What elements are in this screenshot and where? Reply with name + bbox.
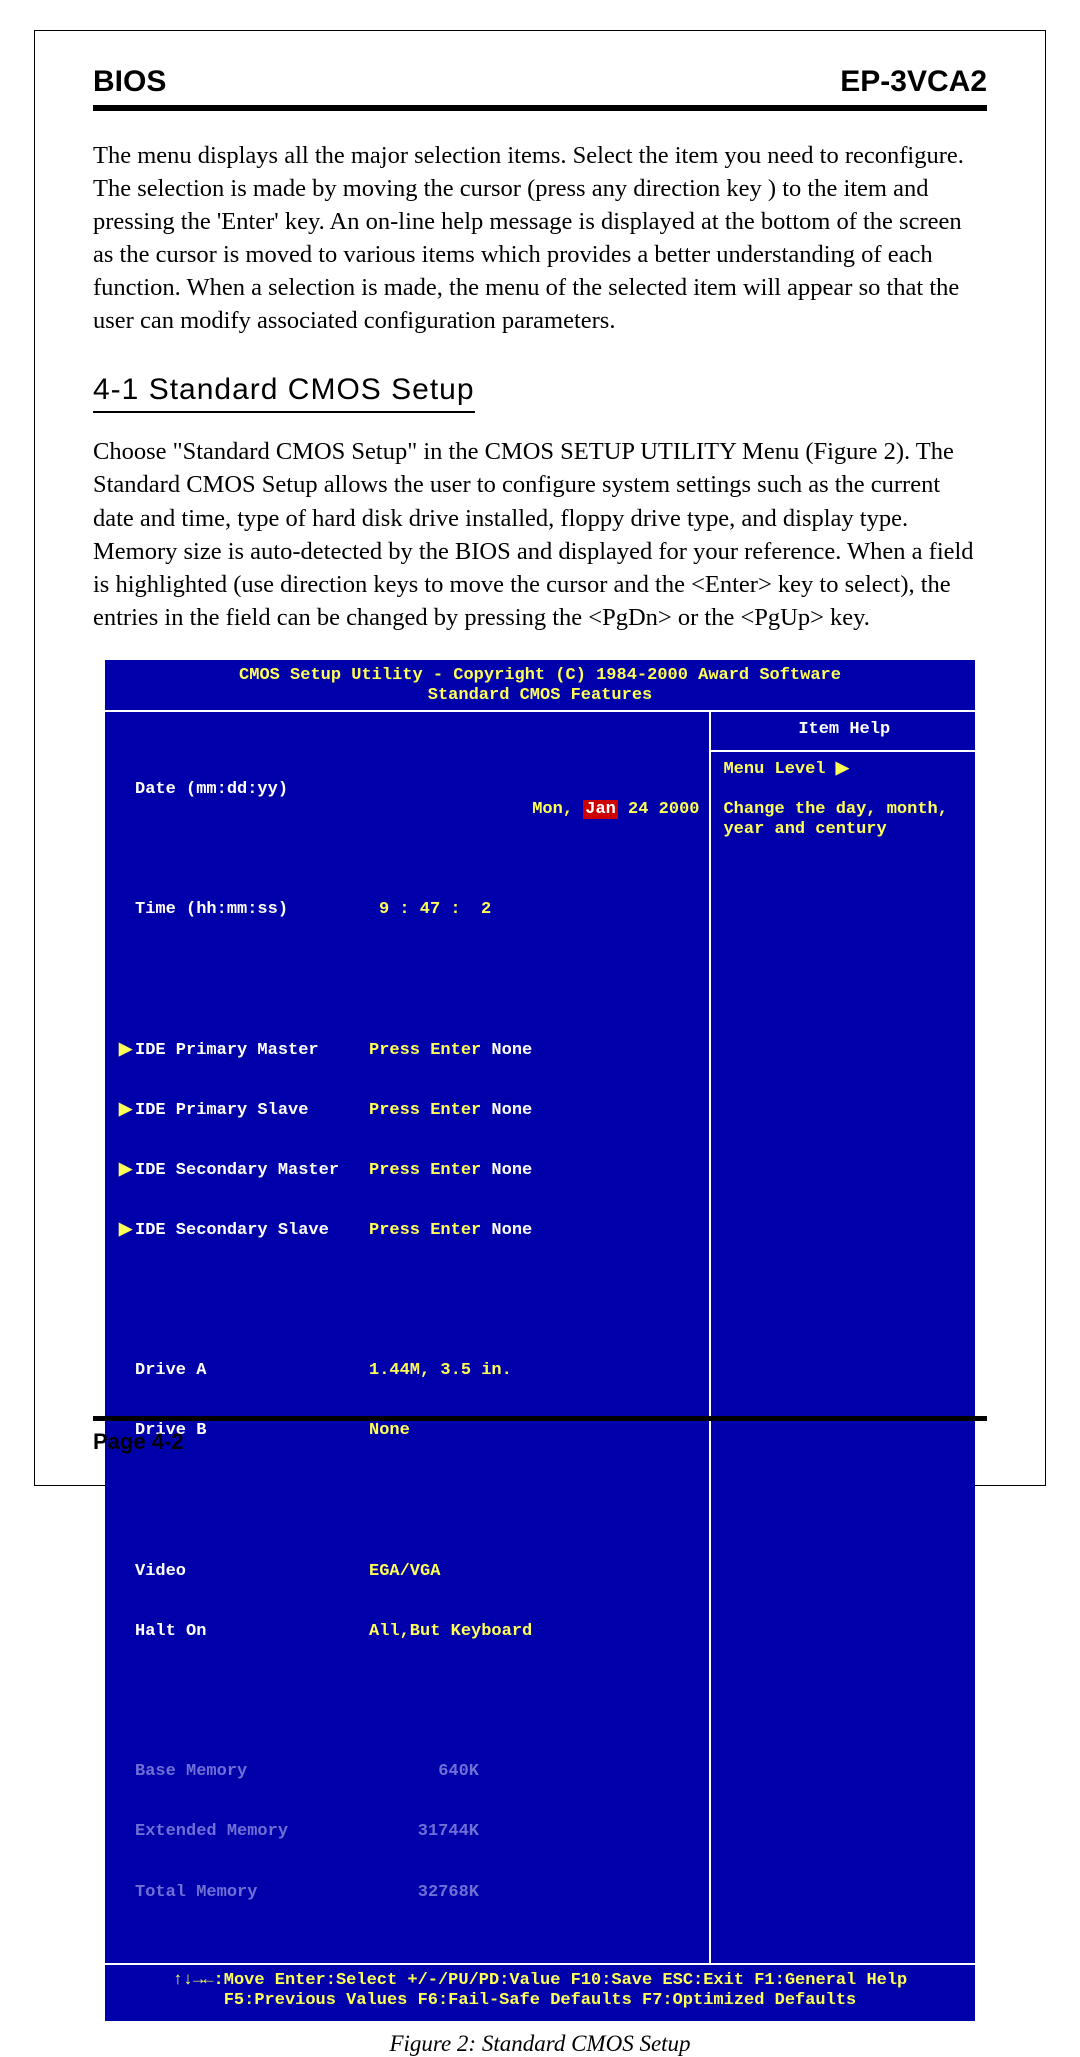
bios-ide-row[interactable]: ▶IDE Secondary Slave Press Enter None xyxy=(119,1221,699,1241)
section-paragraph: Choose "Standard CMOS Setup" in the CMOS… xyxy=(93,435,987,633)
bios-footer-line2: F5:Previous Values F6:Fail-Safe Defaults… xyxy=(115,1991,965,2011)
bios-title: CMOS Setup Utility - Copyright (C) 1984-… xyxy=(105,660,975,710)
bios-footer: ↑↓→←:Move Enter:Select +/-/PU/PD:Value F… xyxy=(105,1963,975,2021)
date-suffix: 24 2000 xyxy=(618,800,700,819)
ide-label: IDE Primary Slave xyxy=(135,1101,308,1120)
bios-ide-row[interactable]: ▶IDE Secondary Master Press Enter None xyxy=(119,1161,699,1181)
date-prefix: Mon, xyxy=(532,800,583,819)
halt-value: All,But Keyboard xyxy=(369,1622,532,1642)
page-footer: Page 4-2 xyxy=(93,1416,987,1455)
bios-mem-row: Total Memory 32768K xyxy=(119,1883,699,1903)
drive-a-value: 1.44M, 3.5 in. xyxy=(369,1361,512,1381)
bios-help-text-line1: Change the day, month, xyxy=(723,800,965,820)
bios-date-row[interactable]: Date (mm:dd:yy) Mon, Jan 24 2000 xyxy=(119,780,699,840)
bios-screenshot: CMOS Setup Utility - Copyright (C) 1984-… xyxy=(105,660,975,2021)
chevron-right-icon: ▶ xyxy=(836,760,849,779)
bios-footer-line1: ↑↓→←:Move Enter:Select +/-/PU/PD:Value F… xyxy=(115,1971,965,1991)
video-value: EGA/VGA xyxy=(369,1562,440,1582)
video-label: Video xyxy=(135,1562,186,1581)
bios-video-row[interactable]: Video EGA/VGA xyxy=(119,1562,699,1582)
header-rule xyxy=(93,105,987,111)
ide-label: IDE Secondary Slave xyxy=(135,1221,329,1240)
figure-caption: Figure 2: Standard CMOS Setup xyxy=(93,2031,987,2057)
bios-drive-a-row[interactable]: Drive A 1.44M, 3.5 in. xyxy=(119,1361,699,1381)
page-inner: BIOS EP-3VCA2 The menu displays all the … xyxy=(34,30,1046,1486)
time-value: 9 : 47 : 2 xyxy=(369,900,491,920)
page-outer: BIOS EP-3VCA2 The menu displays all the … xyxy=(0,0,1080,1516)
bios-ide-row[interactable]: ▶IDE Primary Slave Press Enter None xyxy=(119,1101,699,1121)
bios-left-panel: Date (mm:dd:yy) Mon, Jan 24 2000 Time (h… xyxy=(105,712,711,1963)
bios-ide-row[interactable]: ▶IDE Primary Master Press Enter None xyxy=(119,1041,699,1061)
bios-help-divider xyxy=(711,750,975,752)
bios-time-row[interactable]: Time (hh:mm:ss) 9 : 47 : 2 xyxy=(119,900,699,920)
header-left: BIOS xyxy=(93,65,166,99)
footer-rule xyxy=(93,1416,987,1421)
bios-help-text-line2: year and century xyxy=(723,820,965,840)
date-highlight[interactable]: Jan xyxy=(583,800,618,819)
bios-mem-row: Extended Memory 31744K xyxy=(119,1822,699,1842)
bios-help-panel: Item Help Menu Level ▶ Change the day, m… xyxy=(711,712,975,1963)
time-label: Time (hh:mm:ss) xyxy=(135,900,288,919)
bios-body: Date (mm:dd:yy) Mon, Jan 24 2000 Time (h… xyxy=(105,710,975,1963)
bios-title-line2: Standard CMOS Features xyxy=(105,686,975,706)
bios-mem-row: Base Memory 640K xyxy=(119,1762,699,1782)
intro-paragraph: The menu displays all the major selectio… xyxy=(93,139,987,337)
bios-help-title: Item Help xyxy=(723,720,965,740)
page-header: BIOS EP-3VCA2 xyxy=(93,65,987,99)
halt-label: Halt On xyxy=(135,1622,206,1641)
date-label: Date (mm:dd:yy) xyxy=(135,780,288,799)
header-right: EP-3VCA2 xyxy=(840,65,987,99)
ide-label: IDE Secondary Master xyxy=(135,1161,339,1180)
bios-help-menu-level: Menu Level ▶ xyxy=(723,760,965,780)
bios-title-line1: CMOS Setup Utility - Copyright (C) 1984-… xyxy=(105,666,975,686)
section-heading: 4-1 Standard CMOS Setup xyxy=(93,373,475,413)
page-number: Page 4-2 xyxy=(93,1429,987,1455)
drive-a-label: Drive A xyxy=(135,1361,206,1380)
bios-halt-row[interactable]: Halt On All,But Keyboard xyxy=(119,1622,699,1642)
ide-label: IDE Primary Master xyxy=(135,1041,319,1060)
